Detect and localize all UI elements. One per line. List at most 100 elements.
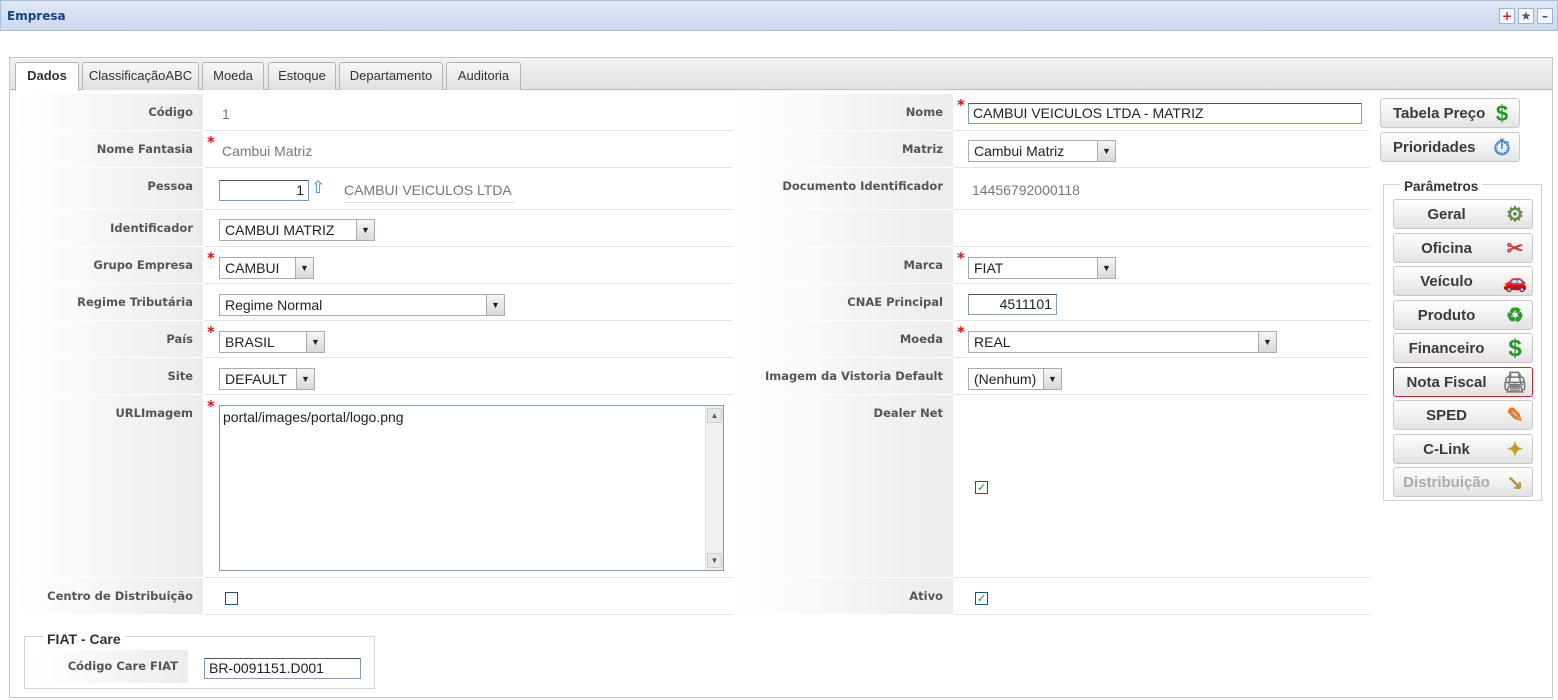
- required-marker: *: [207, 323, 215, 341]
- tools-icon: ✂: [1506, 238, 1524, 260]
- tab-classificacao-abc[interactable]: ClassificaçãoABC: [82, 62, 199, 90]
- parametros-fieldset: Parâmetros Geral ⚙ Oficina ✂ Veículo 🚗 P…: [1383, 179, 1542, 501]
- required-marker: *: [957, 323, 965, 341]
- codigo-care-input[interactable]: BR-0091151.D001: [204, 658, 361, 679]
- fiat-care-legend: FIAT - Care: [43, 631, 125, 647]
- fiat-care-fieldset: FIAT - Care Código Care FIAT BR-0091151.…: [24, 631, 375, 689]
- matriz-label: Matriz: [901, 142, 943, 156]
- chevron-down-icon[interactable]: ▼: [296, 369, 314, 389]
- stopwatch-icon: ⏱: [1493, 135, 1511, 160]
- nome-input[interactable]: CAMBUI VEICULOS LTDA - MATRIZ: [968, 103, 1362, 124]
- lookup-arrow-icon[interactable]: ⇧: [311, 178, 325, 198]
- parametros-legend: Parâmetros: [1400, 179, 1483, 194]
- nome-fantasia-value: Cambui Matriz: [222, 143, 313, 159]
- tab-strip: Dados ClassificaçãoABC Moeda Estoque Dep…: [10, 58, 1552, 91]
- tab-moeda[interactable]: Moeda: [202, 62, 264, 90]
- centro-distribuicao-label: Centro de Distribuição: [47, 589, 193, 603]
- required-marker: *: [207, 397, 215, 415]
- dollar-icon: $: [1495, 101, 1509, 126]
- chevron-down-icon[interactable]: ▼: [306, 332, 324, 352]
- moeda-select[interactable]: REAL ▼: [968, 331, 1277, 353]
- tabela-preco-button[interactable]: Tabela Preço $: [1380, 98, 1520, 128]
- tab-dados[interactable]: Dados: [15, 62, 79, 91]
- site-label: Site: [167, 369, 193, 383]
- recycle-icon: ♻: [1506, 305, 1524, 327]
- ativo-label: Ativo: [909, 589, 943, 603]
- add-icon[interactable]: +: [1499, 8, 1515, 24]
- identificador-select[interactable]: CAMBUI MATRIZ ▼: [219, 219, 375, 241]
- scrollbar[interactable]: ▲ ▼: [705, 406, 723, 570]
- required-marker: *: [207, 133, 215, 151]
- dealer-net-label: Dealer Net: [873, 406, 943, 420]
- sped-button[interactable]: SPED ✎: [1393, 400, 1533, 430]
- pais-select[interactable]: BRASIL ▼: [219, 331, 325, 353]
- codigo-label: Código: [148, 105, 193, 119]
- chevron-down-icon[interactable]: ▼: [356, 220, 374, 240]
- pais-label: País: [166, 332, 193, 346]
- nota-fiscal-button[interactable]: Nota Fiscal 🖨: [1393, 367, 1533, 397]
- produto-button[interactable]: Produto ♻: [1393, 300, 1533, 330]
- chevron-down-icon[interactable]: ▼: [1097, 141, 1115, 161]
- tab-estoque[interactable]: Estoque: [268, 62, 336, 90]
- centro-distribuicao-checkbox[interactable]: [225, 592, 238, 605]
- puzzle-icon: ✦: [1506, 439, 1524, 461]
- required-marker: *: [207, 249, 215, 267]
- ativo-checkbox[interactable]: ✓: [975, 592, 988, 605]
- printer-icon: 🖨: [1502, 372, 1528, 394]
- dealer-net-checkbox[interactable]: ✓: [975, 481, 988, 494]
- imagem-vistoria-select[interactable]: (Nenhum) ▼: [968, 368, 1062, 390]
- chevron-down-icon[interactable]: ▼: [486, 295, 504, 315]
- documento-label: Documento Identificador: [782, 179, 943, 193]
- cnae-input[interactable]: 4511101: [968, 294, 1057, 315]
- chevron-down-icon[interactable]: ▼: [1043, 369, 1061, 389]
- window-titlebar: Empresa + ★ –: [0, 0, 1558, 31]
- tab-departamento[interactable]: Departamento: [339, 62, 443, 90]
- scroll-up-icon[interactable]: ▲: [707, 408, 722, 423]
- tab-auditoria[interactable]: Auditoria: [446, 62, 521, 90]
- scroll-down-icon[interactable]: ▼: [707, 553, 722, 568]
- veiculo-button[interactable]: Veículo 🚗: [1393, 266, 1533, 296]
- pessoa-description: CAMBUI VEICULOS LTDA: [344, 182, 514, 203]
- matriz-select[interactable]: Cambui Matriz ▼: [968, 140, 1116, 162]
- c-link-button[interactable]: C-Link ✦: [1393, 434, 1533, 464]
- regime-select[interactable]: Regime Normal ▼: [219, 294, 505, 316]
- geral-button[interactable]: Geral ⚙: [1393, 199, 1533, 229]
- settings-icon: ⚙: [1506, 204, 1524, 226]
- imagem-vistoria-label: Imagem da Vistoria Default: [764, 369, 943, 383]
- distribuicao-button[interactable]: Distribuição ↘: [1393, 467, 1533, 497]
- grupo-empresa-label: Grupo Empresa: [93, 258, 193, 272]
- window-title: Empresa: [7, 9, 66, 23]
- financeiro-button[interactable]: Financeiro $: [1393, 333, 1533, 363]
- chevron-down-icon[interactable]: ▼: [1258, 332, 1276, 352]
- documento-value: 14456792000118: [972, 182, 1080, 198]
- cnae-label: CNAE Principal: [847, 295, 943, 309]
- document-arrow-icon: ✎: [1506, 405, 1524, 427]
- marca-select[interactable]: FIAT ▼: [968, 257, 1116, 279]
- required-marker: *: [957, 96, 965, 114]
- nome-fantasia-label: Nome Fantasia: [96, 142, 193, 156]
- distribution-icon: ↘: [1506, 472, 1524, 494]
- url-imagem-label: URLImagem: [115, 406, 193, 420]
- window-tools: + ★ –: [1499, 8, 1553, 24]
- nome-label: Nome: [905, 105, 943, 119]
- site-select[interactable]: DEFAULT ▼: [219, 368, 315, 390]
- pessoa-label: Pessoa: [147, 179, 193, 193]
- chevron-down-icon[interactable]: ▼: [295, 258, 313, 278]
- star-icon[interactable]: ★: [1518, 8, 1534, 24]
- car-icon: 🚗: [1502, 271, 1528, 293]
- marca-label: Marca: [903, 258, 943, 272]
- identificador-label: Identificador: [110, 221, 193, 235]
- chevron-down-icon[interactable]: ▼: [1097, 258, 1115, 278]
- form-panel: Dados ClassificaçãoABC Moeda Estoque Dep…: [9, 57, 1553, 698]
- dollar-icon: $: [1508, 335, 1522, 362]
- grupo-empresa-select[interactable]: CAMBUI ▼: [219, 257, 314, 279]
- pessoa-input[interactable]: 1: [219, 180, 309, 201]
- oficina-button[interactable]: Oficina ✂: [1393, 233, 1533, 263]
- moeda-label: Moeda: [899, 332, 943, 346]
- regime-label: Regime Tributária: [77, 295, 193, 309]
- codigo-value: 1: [222, 106, 230, 122]
- codigo-care-label: Código Care FIAT: [67, 659, 178, 673]
- prioridades-button[interactable]: Prioridades ⏱: [1380, 132, 1520, 162]
- minimize-icon[interactable]: –: [1537, 8, 1553, 24]
- url-imagem-textarea[interactable]: portal/images/portal/logo.png ▲ ▼: [219, 405, 724, 571]
